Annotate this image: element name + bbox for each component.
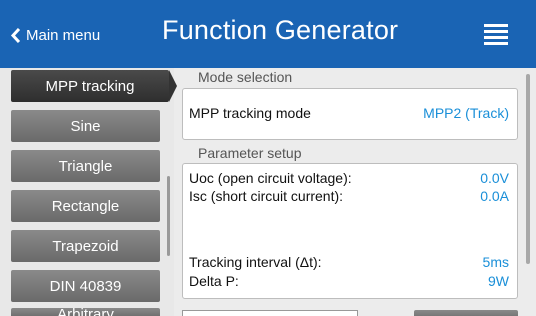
main-panel: Mode selection MPP tracking mode MPP2 (T…: [174, 68, 536, 316]
chevron-left-icon: [10, 27, 21, 43]
sidebar-item-din-40839[interactable]: DIN 40839: [11, 270, 160, 302]
parameter-setup-label: Parameter setup: [198, 145, 302, 161]
bottom-input-field[interactable]: [182, 310, 358, 316]
sidebar-scrollbar[interactable]: [167, 176, 170, 256]
sidebar-item-rectangle[interactable]: Rectangle: [11, 190, 160, 222]
main-scrollbar[interactable]: [526, 74, 530, 264]
main-menu-button[interactable]: Main menu: [10, 22, 100, 48]
delta-p-value[interactable]: 9W: [488, 273, 509, 289]
sidebar-item-triangle[interactable]: Triangle: [11, 150, 160, 182]
sidebar-item-sine[interactable]: Sine: [11, 110, 160, 142]
uoc-label: Uoc (open circuit voltage):: [189, 170, 352, 186]
bottom-button[interactable]: [414, 310, 518, 316]
isc-row[interactable]: Isc (short circuit current): 0.0A: [189, 187, 509, 205]
sidebar-item-arbitrary-label: Arbitrary: [57, 308, 114, 316]
delta-p-row[interactable]: Delta P: 9W: [189, 272, 509, 290]
uoc-value[interactable]: 0.0V: [480, 170, 509, 186]
mode-selection-box: MPP tracking mode MPP2 (Track): [182, 88, 518, 140]
header-bar: Main menu Function Generator: [0, 0, 536, 68]
interval-value[interactable]: 5ms: [483, 254, 509, 270]
interval-row[interactable]: Tracking interval (Δt): 5ms: [189, 253, 509, 271]
mode-selection-label: Mode selection: [198, 69, 293, 85]
menu-icon[interactable]: [484, 24, 508, 46]
parameter-setup-box: Uoc (open circuit voltage): 0.0V Isc (sh…: [182, 163, 518, 299]
delta-p-label: Delta P:: [189, 273, 239, 289]
mpp-mode-label: MPP tracking mode: [189, 105, 311, 121]
main-menu-label: Main menu: [26, 26, 101, 44]
sidebar-item-arbitrary[interactable]: Arbitrary: [11, 308, 160, 316]
sidebar: MPP tracking Sine Triangle Rectangle Tra…: [0, 68, 177, 316]
isc-value[interactable]: 0.0A: [480, 188, 509, 204]
sidebar-item-mpp-tracking[interactable]: MPP tracking: [11, 70, 177, 102]
sidebar-item-trapezoid[interactable]: Trapezoid: [11, 230, 160, 262]
interval-label: Tracking interval (Δt):: [189, 254, 322, 270]
page-title: Function Generator: [162, 15, 399, 45]
mpp-mode-row[interactable]: MPP tracking mode MPP2 (Track): [189, 104, 509, 122]
mpp-mode-value[interactable]: MPP2 (Track): [423, 105, 509, 121]
isc-label: Isc (short circuit current):: [189, 188, 344, 204]
uoc-row[interactable]: Uoc (open circuit voltage): 0.0V: [189, 169, 509, 187]
